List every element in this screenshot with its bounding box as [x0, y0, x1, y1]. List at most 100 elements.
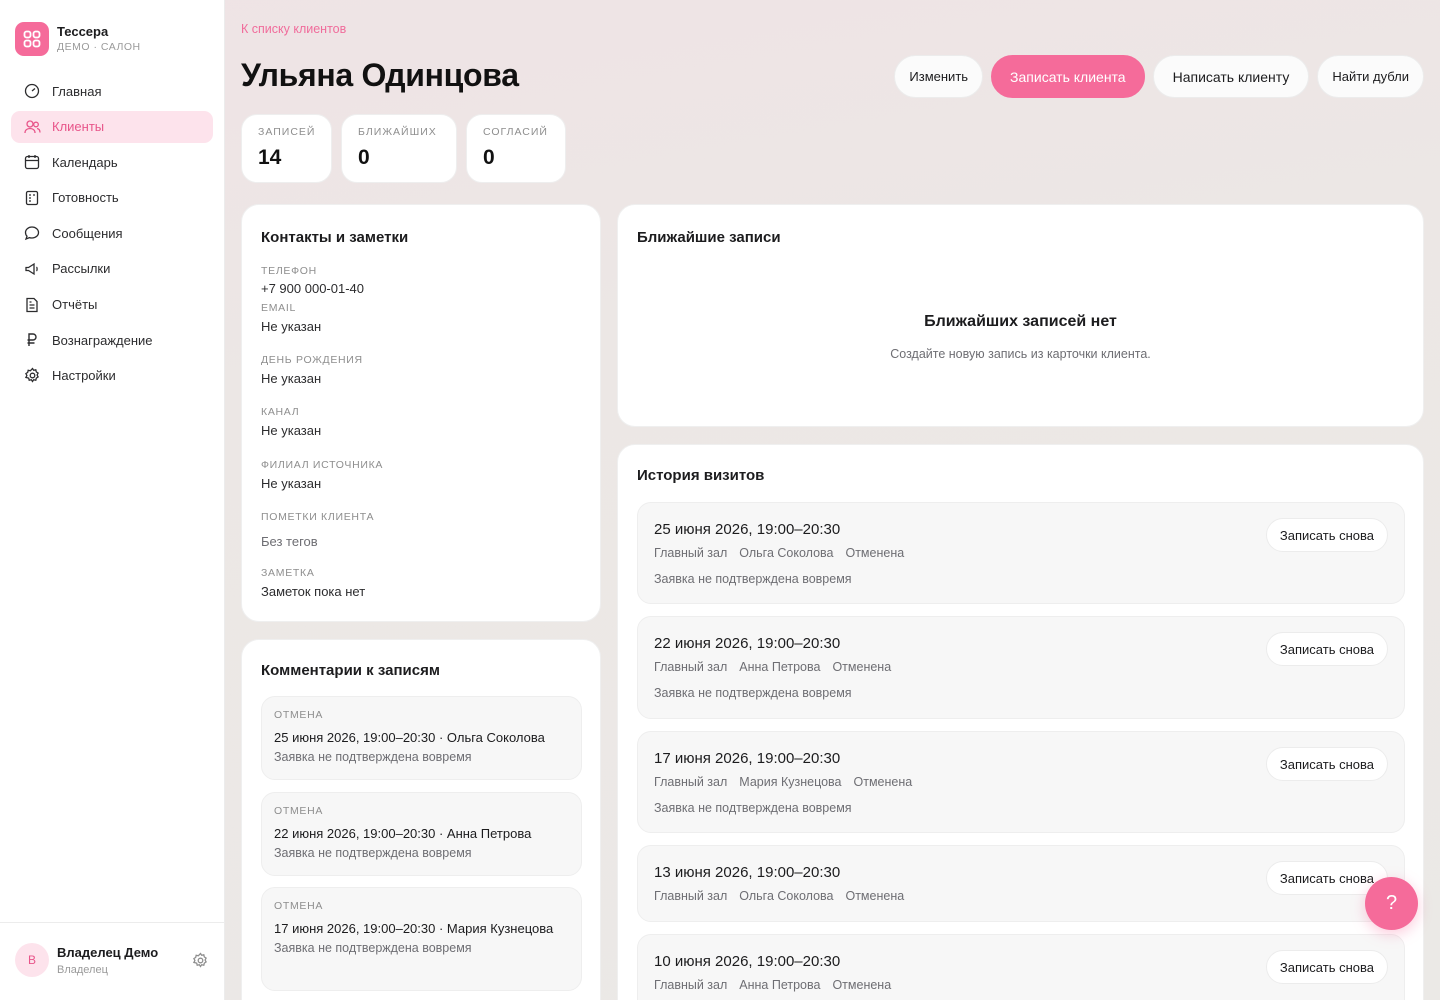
rebook-button[interactable]: Записать снова — [1265, 632, 1388, 666]
find-duplicates-button[interactable]: Найти дубли — [1317, 55, 1424, 98]
sidebar-item-clients[interactable]: Клиенты — [11, 110, 213, 143]
card-title: Контакты и заметки — [261, 229, 409, 246]
brand-name: Тессера — [57, 24, 109, 39]
visit-status: Отменена — [845, 889, 905, 903]
comment-kind: ОТМЕНА — [274, 805, 324, 817]
stat-upcoming: БЛИЖАЙШИХ 0 — [341, 114, 457, 183]
sidebar-item-label: Рассылки — [52, 261, 111, 277]
sidebar-item-mailings[interactable]: Рассылки — [11, 253, 213, 285]
ruble-icon — [23, 331, 41, 349]
stat-value: 0 — [483, 146, 495, 169]
report-icon — [23, 296, 41, 314]
sidebar-item-reports[interactable]: Отчёты — [11, 289, 213, 321]
sidebar-item-rewards[interactable]: Вознаграждение — [11, 324, 213, 356]
comment-kind: ОТМЕНА — [274, 900, 324, 912]
sidebar-item-label: Календарь — [52, 154, 118, 170]
visit-status: Отменена — [845, 546, 905, 560]
sidebar-nav: Главная Клиенты Календарь Готовность Соо… — [11, 75, 213, 395]
stat-consents: СОГЛАСИЙ 0 — [466, 114, 566, 183]
avatar[interactable]: В — [15, 943, 49, 977]
sidebar-item-messages[interactable]: Сообщения — [11, 217, 213, 249]
sidebar-item-label: Настройки — [52, 368, 116, 384]
visit-item: 17 июня 2026, 19:00–20:30 Главный зал Ма… — [637, 731, 1405, 833]
visit-item: 25 июня 2026, 19:00–20:30 Главный зал Ол… — [637, 502, 1405, 604]
visit-room: Главный зал — [654, 889, 728, 903]
page-title: Ульяна Одинцова — [241, 57, 519, 93]
sidebar-item-label: Готовность — [52, 190, 119, 206]
visit-item: 22 июня 2026, 19:00–20:30 Главный зал Ан… — [637, 616, 1405, 719]
checklist-icon — [23, 189, 41, 207]
megaphone-icon — [23, 260, 41, 278]
comment-head: 17 июня 2026, 19:00–20:30 · Мария Кузнец… — [274, 921, 554, 936]
edit-button[interactable]: Изменить — [894, 55, 984, 98]
sidebar-item-readiness[interactable]: Готовность — [11, 182, 213, 214]
visit-room: Главный зал — [654, 660, 728, 674]
sidebar-item-home[interactable]: Главная — [11, 75, 213, 107]
brand-subtitle: ДЕМО · САЛОН — [57, 41, 141, 53]
visit-item: 10 июня 2026, 19:00–20:30 Главный зал Ан… — [637, 934, 1405, 1000]
field-label: ТЕЛЕФОН — [261, 265, 317, 277]
rebook-button[interactable]: Записать снова — [1265, 747, 1388, 781]
visit-meta: Главный зал Ольга Соколова Отменена — [654, 546, 904, 560]
sidebar-item-label: Клиенты — [52, 119, 105, 135]
field-label: КАНАЛ — [261, 406, 300, 418]
visit-master: Анна Петрова — [739, 978, 821, 992]
visit-meta: Главный зал Анна Петрова Отменена — [654, 660, 891, 674]
sidebar: Тессера ДЕМО · САЛОН Главная Клиенты Кал… — [0, 0, 225, 1000]
visit-room: Главный зал — [654, 546, 728, 560]
visit-item: 13 июня 2026, 19:00–20:30 Главный зал Ол… — [637, 845, 1405, 922]
field-label: ФИЛИАЛ ИСТОЧНИКА — [261, 459, 384, 471]
message-client-button[interactable]: Написать клиенту — [1152, 55, 1310, 98]
comment-head: 22 июня 2026, 19:00–20:30 · Анна Петрова — [274, 826, 532, 841]
rebook-button[interactable]: Записать снова — [1265, 518, 1388, 552]
help-button[interactable]: ? — [1365, 877, 1418, 930]
email-field: EMAIL Не указан — [261, 302, 321, 334]
stat-label: СОГЛАСИЙ — [483, 126, 548, 138]
visit-master: Мария Кузнецова — [739, 775, 842, 789]
comment-item: ОТМЕНА 22 июня 2026, 19:00–20:30 · Анна … — [261, 792, 582, 876]
visit-note: Заявка не подтверждена вовремя — [654, 686, 852, 700]
stat-value: 14 — [258, 146, 282, 169]
visit-history-card: История визитов 25 июня 2026, 19:00–20:3… — [617, 444, 1424, 1000]
visit-note: Заявка не подтверждена вовремя — [654, 801, 852, 815]
card-title: История визитов — [637, 467, 765, 484]
stat-label: ЗАПИСЕЙ — [258, 126, 316, 138]
sidebar-item-calendar[interactable]: Календарь — [11, 146, 213, 178]
visit-status: Отменена — [832, 978, 892, 992]
header-actions: Изменить Записать клиента Написать клиен… — [894, 55, 1424, 98]
book-client-button[interactable]: Записать клиента — [991, 55, 1145, 98]
empty-state-subtitle: Создайте новую запись из карточки клиент… — [890, 347, 1151, 361]
brand[interactable]: Тессера ДЕМО · САЛОН — [15, 22, 141, 56]
sidebar-item-settings[interactable]: Настройки — [11, 360, 213, 392]
sidebar-footer: В Владелец Демо Владелец — [0, 922, 224, 1000]
comment-text: Заявка не подтверждена вовремя — [274, 846, 472, 860]
field-label: ДЕНЬ РОЖДЕНИЯ — [261, 354, 363, 366]
sidebar-item-label: Вознаграждение — [52, 332, 153, 348]
stat-bookings: ЗАПИСЕЙ 14 — [241, 114, 332, 183]
gauge-icon — [23, 82, 41, 100]
visit-master: Анна Петрова — [739, 660, 821, 674]
rebook-button[interactable]: Записать снова — [1265, 950, 1388, 984]
note-value: Заметок пока нет — [261, 584, 366, 599]
visit-meta: Главный зал Анна Петрова Отменена — [654, 978, 891, 992]
visit-room: Главный зал — [654, 775, 728, 789]
back-to-clients-link[interactable]: К списку клиентов — [241, 22, 346, 36]
phone-value[interactable]: +7 900 000-01-40 — [261, 281, 364, 296]
comments-card: Комментарии к записям ОТМЕНА 25 июня 202… — [241, 639, 601, 1000]
empty-state-title: Ближайших записей нет — [924, 313, 1117, 330]
users-icon — [23, 118, 41, 136]
field-label: ПОМЕТКИ КЛИЕНТА — [261, 511, 375, 523]
comment-text: Заявка не подтверждена вовремя — [274, 941, 472, 955]
visit-meta: Главный зал Ольга Соколова Отменена — [654, 889, 904, 903]
visit-date: 13 июня 2026, 19:00–20:30 — [654, 864, 841, 881]
stat-value: 0 — [358, 146, 370, 169]
visit-status: Отменена — [853, 775, 913, 789]
logo-grid-icon — [15, 22, 49, 56]
stat-label: БЛИЖАЙШИХ — [358, 126, 437, 138]
user-role: Владелец — [57, 964, 108, 976]
field-label: EMAIL — [261, 302, 297, 314]
comment-text: Заявка не подтверждена вовремя — [274, 750, 472, 764]
gear-icon[interactable] — [192, 952, 210, 970]
visit-meta: Главный зал Мария Кузнецова Отменена — [654, 775, 912, 789]
branch-field: ФИЛИАЛ ИСТОЧНИКА Не указан — [261, 459, 383, 491]
